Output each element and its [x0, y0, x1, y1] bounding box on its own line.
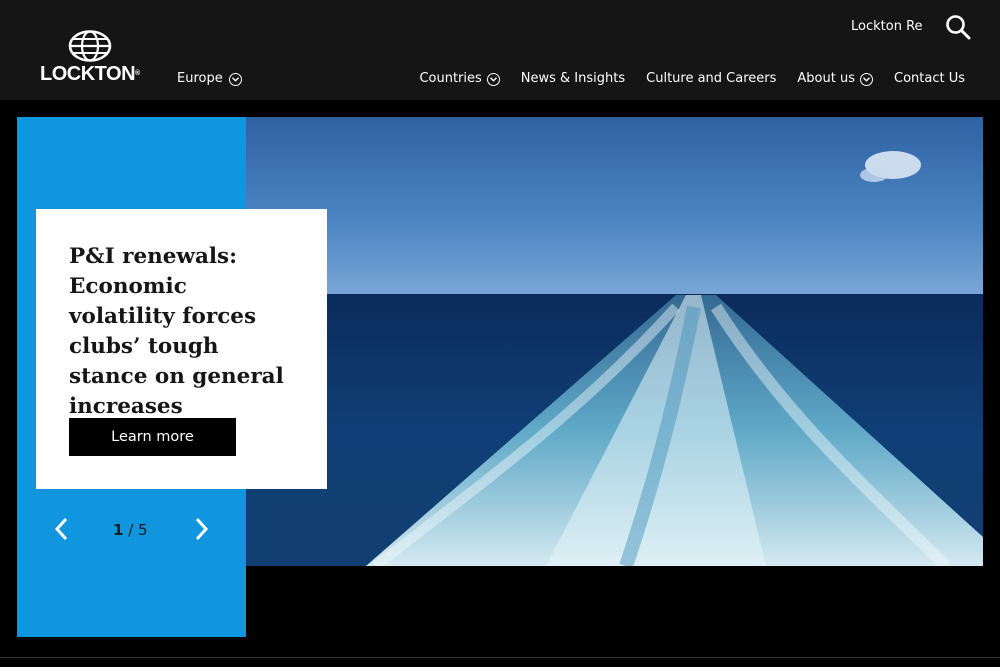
nav-countries[interactable]: Countries [419, 70, 500, 88]
chevron-down-icon [486, 72, 500, 86]
nav-label: Contact Us [894, 71, 965, 86]
hero-title: P&I renewals: Economic volatility forces… [69, 244, 284, 419]
lockton-logo[interactable]: LOCKTON® [38, 30, 156, 86]
total-slides: 5 [138, 521, 148, 539]
nav-label: News & Insights [520, 71, 626, 86]
nav-culture-careers[interactable]: Culture and Careers [646, 70, 776, 88]
slide-pager: 1 / 5 [113, 521, 148, 539]
chevron-left-icon[interactable] [52, 515, 72, 543]
nav-label: Culture and Careers [646, 71, 777, 86]
chevron-down-icon [228, 72, 242, 86]
region-label: Europe [177, 71, 223, 86]
nav-contact-us[interactable]: Contact Us [894, 70, 965, 88]
globe-icon [68, 30, 112, 62]
chevron-right-icon[interactable] [191, 515, 211, 543]
search-icon[interactable] [945, 14, 971, 40]
nav-label: Countries [419, 71, 482, 86]
nav-about-us[interactable]: About us [797, 70, 873, 88]
nav-label: About us [797, 71, 855, 86]
region-selector[interactable]: Europe [177, 70, 242, 88]
chevron-down-icon [860, 72, 873, 86]
learn-more-button[interactable]: Learn more [69, 418, 236, 456]
current-slide: 1 [113, 521, 124, 539]
logo-wordmark: LOCKTON® [40, 63, 140, 85]
hero-card: P&I renewals: Economic volatility forces… [36, 209, 327, 489]
pager-separator: / [123, 521, 139, 539]
divider [0, 657, 1000, 658]
hero-image-ocean-wake [246, 117, 983, 566]
lockton-re-link[interactable]: Lockton Re [851, 18, 923, 36]
main-nav: Countries News & Insights Culture and Ca… [419, 70, 965, 88]
site-header: LOCKTON® Europe Lockton Re Countries New… [0, 0, 1000, 100]
nav-news-insights[interactable]: News & Insights [521, 70, 625, 88]
